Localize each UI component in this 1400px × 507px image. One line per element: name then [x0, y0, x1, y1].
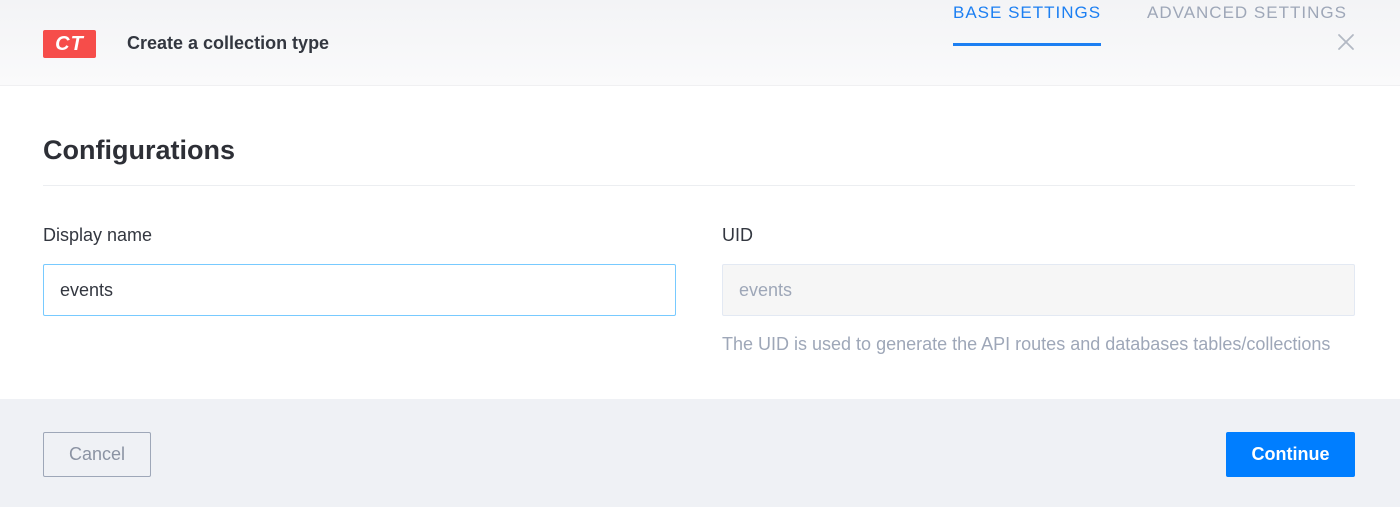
modal-footer: Cancel Continue [0, 399, 1400, 507]
uid-label: UID [722, 225, 753, 245]
continue-button[interactable]: Continue [1226, 432, 1355, 477]
tab-base-settings[interactable]: BASE SETTINGS [953, 0, 1101, 46]
tab-advanced-settings[interactable]: ADVANCED SETTINGS [1147, 0, 1355, 46]
uid-hint: The UID is used to generate the API rout… [722, 334, 1331, 354]
collection-type-badge: CT [43, 30, 96, 58]
uid-input [722, 264, 1355, 316]
tabs-divider [43, 185, 1355, 186]
display-name-input[interactable] [43, 264, 676, 316]
modal-title: Create a collection type [127, 33, 330, 53]
section-title: Configurations [43, 135, 235, 165]
cancel-button[interactable]: Cancel [43, 432, 151, 477]
display-name-label: Display name [43, 225, 153, 245]
